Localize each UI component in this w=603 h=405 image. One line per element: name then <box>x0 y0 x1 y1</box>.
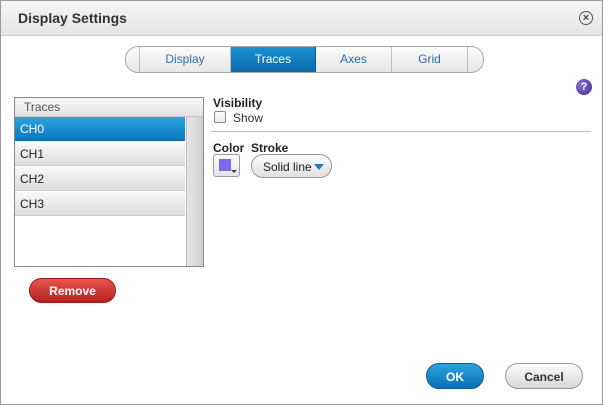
tab-bar-right-cap <box>468 47 482 72</box>
tab-display[interactable]: Display <box>140 47 231 72</box>
help-icon[interactable]: ? <box>576 79 592 95</box>
display-settings-dialog: Display Settings × Display Traces Axes G… <box>0 0 603 405</box>
stroke-select-value: Solid line <box>263 160 312 174</box>
trace-item-ch1[interactable]: CH1 <box>15 142 185 166</box>
close-icon[interactable]: × <box>579 11 593 25</box>
trace-item-ch3[interactable]: CH3 <box>15 192 185 216</box>
dropdown-arrow-icon <box>314 164 324 170</box>
trace-item-ch0[interactable]: CH0 <box>15 117 185 141</box>
tab-bar: Display Traces Axes Grid <box>125 46 484 73</box>
remove-button[interactable]: Remove <box>29 278 116 303</box>
cancel-button[interactable]: Cancel <box>505 363 583 389</box>
show-checkbox-label: Show <box>233 111 264 125</box>
stroke-select[interactable]: Solid line <box>251 154 332 178</box>
section-divider <box>211 131 591 132</box>
traces-list: Traces CH0 CH1 CH2 CH3 <box>14 97 204 267</box>
color-swatch <box>219 159 231 171</box>
tab-grid[interactable]: Grid <box>392 47 468 72</box>
ok-button[interactable]: OK <box>426 363 484 389</box>
chevron-down-icon <box>231 170 237 173</box>
traces-scrollbar[interactable] <box>186 117 203 266</box>
trace-item-ch2[interactable]: CH2 <box>15 167 185 191</box>
stroke-label: Stroke <box>251 141 289 155</box>
traces-list-header: Traces <box>15 98 203 117</box>
color-picker-button[interactable] <box>213 154 240 177</box>
visibility-heading: Visibility <box>213 96 263 110</box>
dialog-title: Display Settings <box>18 10 127 26</box>
color-label: Color <box>213 141 245 155</box>
show-checkbox[interactable] <box>214 111 226 123</box>
title-bar: Display Settings × <box>1 1 602 36</box>
tab-bar-left-cap <box>126 47 140 72</box>
tab-traces[interactable]: Traces <box>231 47 316 72</box>
tab-axes[interactable]: Axes <box>316 47 392 72</box>
